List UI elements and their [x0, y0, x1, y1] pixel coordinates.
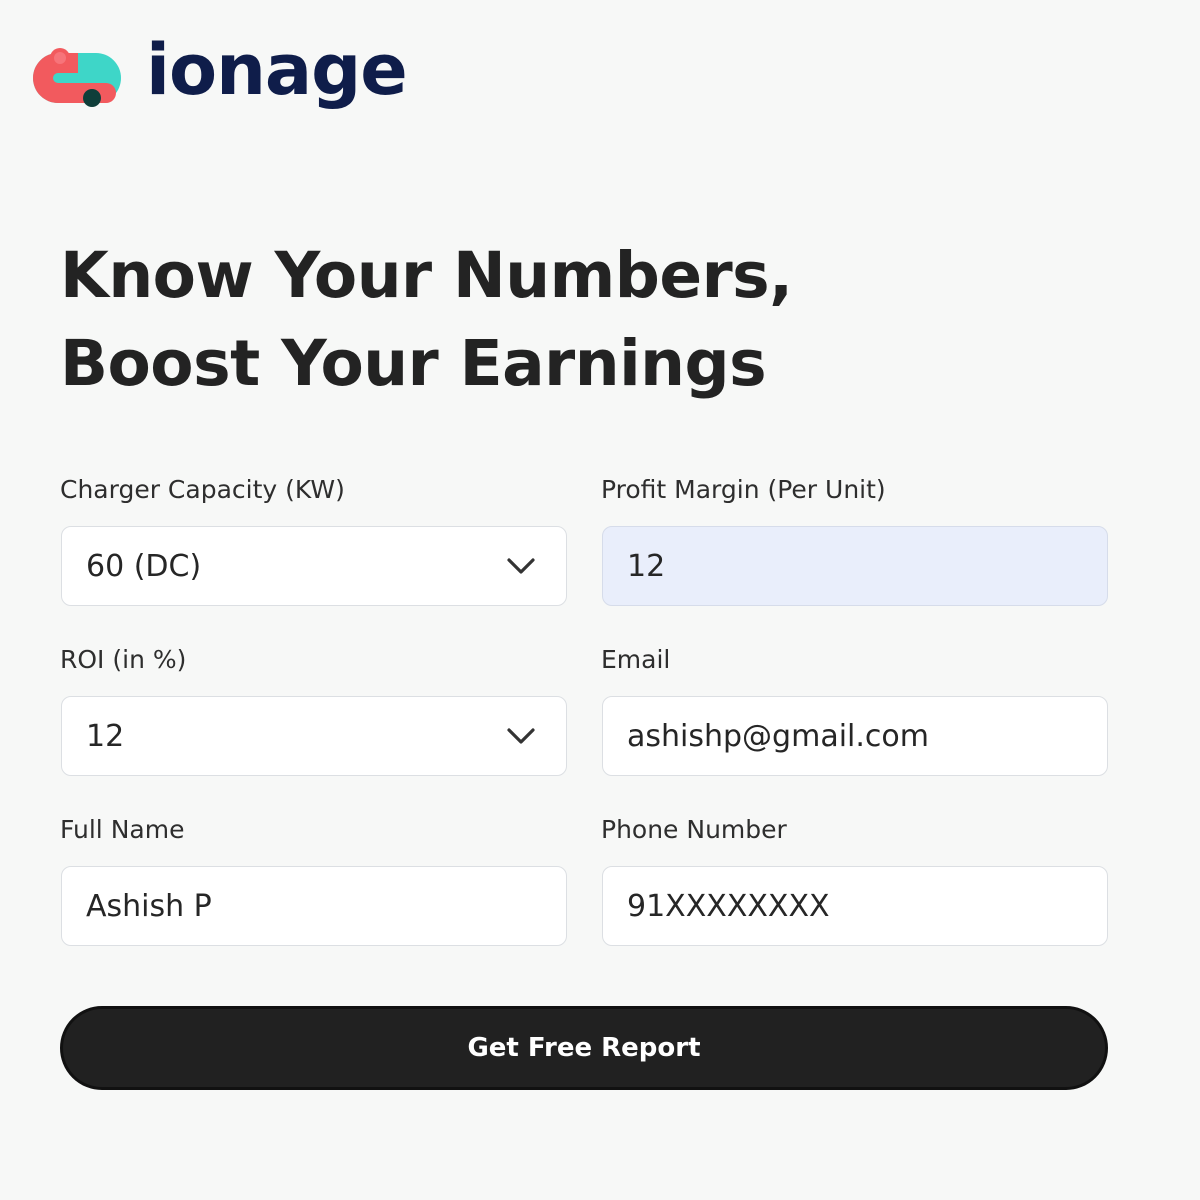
email-value: ashishp@gmail.com [627, 718, 929, 754]
phone-number-label: Phone Number [601, 815, 787, 844]
phone-number-value: 91XXXXXXXX [627, 888, 830, 924]
full-name-field[interactable]: Ashish P [61, 866, 567, 946]
charger-capacity-value: 60 (DC) [86, 548, 202, 584]
chevron-down-icon[interactable] [504, 549, 538, 583]
chevron-down-icon[interactable] [504, 719, 538, 753]
roi-value: 12 [86, 718, 125, 754]
get-free-report-label: Get Free Report [467, 1033, 701, 1063]
phone-number-field[interactable]: 91XXXXXXXX [602, 866, 1108, 946]
brand-name: ionage [146, 29, 408, 111]
page-title: Know Your Numbers, Boost Your Earnings [60, 239, 793, 400]
full-name-label: Full Name [60, 815, 185, 844]
brand-logo[interactable]: ionage [30, 29, 408, 114]
full-name-value: Ashish P [86, 888, 212, 924]
email-field[interactable]: ashishp@gmail.com [602, 696, 1108, 776]
roi-label: ROI (in %) [60, 645, 187, 674]
profit-margin-input[interactable]: 12 [602, 526, 1108, 606]
get-free-report-button[interactable]: Get Free Report [60, 1006, 1108, 1090]
ionage-logo-mark-icon [33, 48, 121, 107]
charger-capacity-select[interactable]: 60 (DC) [61, 526, 567, 606]
charger-capacity-label: Charger Capacity (KW) [60, 475, 345, 504]
roi-select[interactable]: 12 [61, 696, 567, 776]
profit-margin-value: 12 [627, 548, 666, 584]
email-label: Email [601, 645, 671, 674]
profit-margin-label: Profit Margin (Per Unit) [601, 475, 886, 504]
